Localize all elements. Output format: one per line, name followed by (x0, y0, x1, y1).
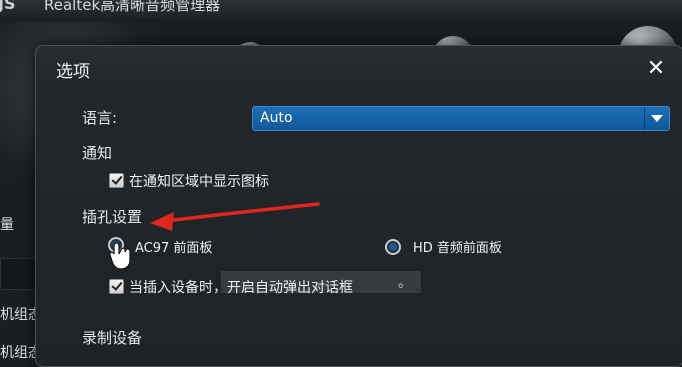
annotation-arrow (109, 202, 320, 270)
mouse-cursor-icon (109, 242, 131, 270)
annotation-arrow-line (163, 202, 320, 223)
annotation-arrow-head (150, 212, 174, 231)
